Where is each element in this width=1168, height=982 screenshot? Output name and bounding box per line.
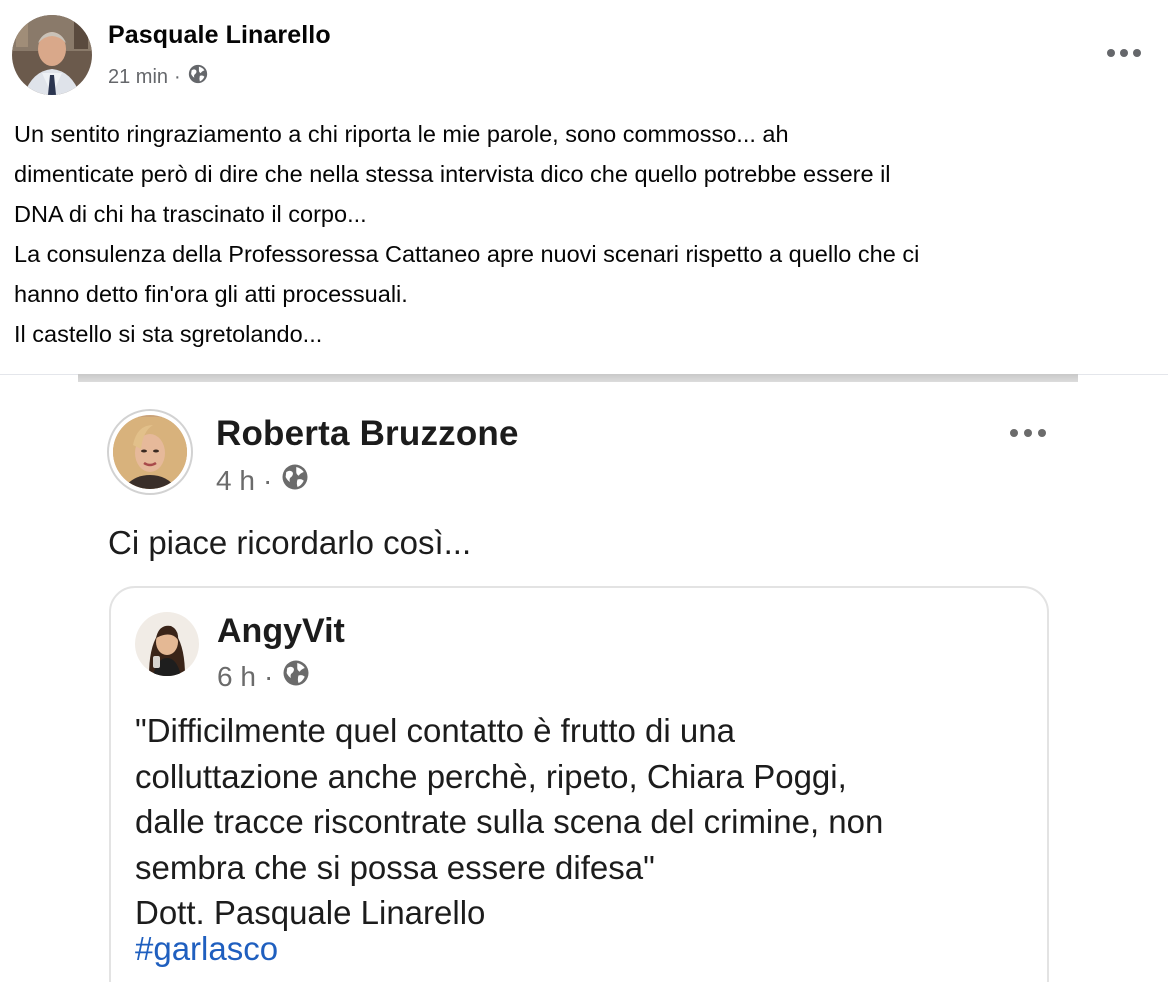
- shared-post-meta: 4 h ·: [216, 462, 310, 499]
- quoted-text-line: colluttazione anche perchè, ripeto, Chia…: [135, 757, 847, 795]
- quoted-post-meta: 6 h ·: [217, 658, 311, 695]
- more-options-icon: [1006, 422, 1050, 444]
- post-text-line: Un sentito ringraziamento a chi riporta …: [14, 121, 789, 147]
- quoted-text-line: sembra che si possa essere difesa": [135, 848, 655, 886]
- post-text-line: La consulenza della Professoressa Cattan…: [14, 241, 920, 267]
- quoted-post-text: "Difficilmente quel contatto è frutto di…: [135, 708, 1035, 936]
- more-options-icon[interactable]: [1102, 41, 1146, 65]
- quoted-post-timestamp: 6 h: [217, 660, 256, 692]
- shared-post-caption: Ci piace ricordarlo così...: [108, 524, 472, 561]
- image-top-edge: [78, 374, 1078, 382]
- post-body: Un sentito ringraziamento a chi riporta …: [14, 114, 1154, 354]
- shared-author-avatar: [113, 415, 187, 489]
- author-name[interactable]: Pasquale Linarello: [108, 21, 331, 50]
- globe-icon: [280, 462, 310, 499]
- attached-image[interactable]: Roberta Bruzzone 4 h · Ci piace ricordar…: [78, 374, 1078, 982]
- author-avatar[interactable]: [12, 15, 92, 95]
- post-header: Pasquale Linarello 21 min ·: [12, 15, 1148, 97]
- quoted-text-line: dalle tracce riscontrate sulla scena del…: [135, 803, 884, 840]
- quoted-text-line: "Difficilmente quel contatto è frutto di…: [135, 712, 735, 749]
- globe-icon: [281, 658, 311, 695]
- hashtag-link: #garlasco: [135, 930, 279, 967]
- post-text-line: Il castello si sta sgretolando...: [14, 321, 323, 347]
- quoted-text-line: Dott. Pasquale Linarello: [135, 894, 486, 931]
- post-meta: 21 min ·: [108, 63, 209, 91]
- meta-separator: ·: [262, 464, 273, 496]
- meta-separator: ·: [174, 65, 181, 88]
- quoted-author-name: AngyVit: [217, 612, 345, 650]
- post-text-line: hanno detto fin'ora gli atti processuali…: [14, 281, 408, 307]
- quoted-author-avatar: [135, 612, 199, 676]
- globe-icon: [187, 63, 209, 91]
- post-text-line: DNA di chi ha trascinato il corpo...: [14, 201, 367, 227]
- quoted-post-card: AngyVit 6 h · "Difficilmente quel contat…: [109, 586, 1049, 982]
- shared-author-name: Roberta Bruzzone: [216, 414, 519, 453]
- shared-author-avatar-ring: [107, 409, 193, 495]
- meta-separator: ·: [263, 660, 274, 692]
- shared-post-timestamp: 4 h: [216, 464, 255, 496]
- post-timestamp[interactable]: 21 min: [108, 66, 168, 89]
- post-text-line: dimenticate però di dire che nella stess…: [14, 161, 891, 187]
